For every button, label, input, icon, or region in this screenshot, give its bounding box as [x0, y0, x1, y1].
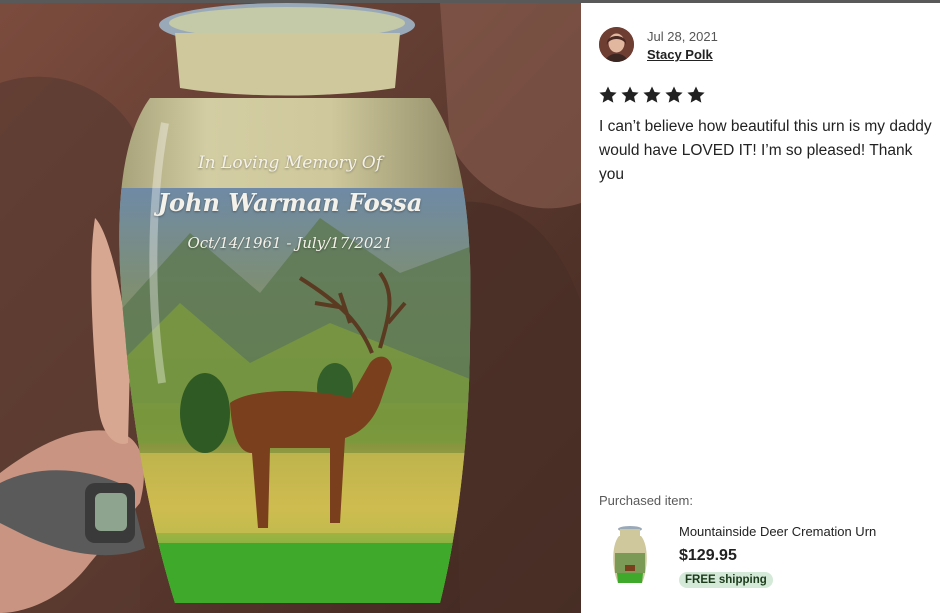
review-text: I can’t believe how beautiful this urn i… — [599, 118, 932, 183]
star-icon — [599, 86, 617, 103]
free-shipping-badge: FREE shipping — [679, 572, 773, 588]
reviewer-name-link[interactable]: Stacy Polk — [647, 47, 713, 62]
urn-photo-illustration — [0, 3, 581, 613]
reviewer-avatar-icon — [599, 27, 634, 62]
star-icon — [643, 86, 661, 103]
star-icon — [687, 86, 705, 103]
item-price: $129.95 — [679, 547, 737, 564]
engraving-line-2: John Warman Fossa — [157, 188, 423, 217]
review-panel: Jul 28, 2021 Stacy Polk I can’t believe … — [581, 3, 940, 613]
star-icon — [665, 86, 683, 103]
avatar[interactable] — [599, 27, 634, 62]
engraving-line-3: Oct/14/1961 - July/17/2021 — [187, 234, 393, 252]
item-title-link[interactable]: Mountainside Deer Cremation Urn — [679, 524, 876, 539]
item-thumbnail[interactable] — [609, 525, 651, 587]
purchased-item-card[interactable]: Mountainside Deer Cremation Urn $129.95 … — [599, 521, 929, 601]
review-date: Jul 28, 2021 — [647, 29, 718, 44]
star-icon — [621, 86, 639, 103]
purchased-item-label: Purchased item: — [599, 493, 693, 508]
rating-stars — [598, 85, 706, 105]
review-photo[interactable]: In Loving Memory Of John Warman Fossa Oc… — [0, 3, 581, 613]
engraving-line-1: In Loving Memory Of — [197, 153, 383, 173]
